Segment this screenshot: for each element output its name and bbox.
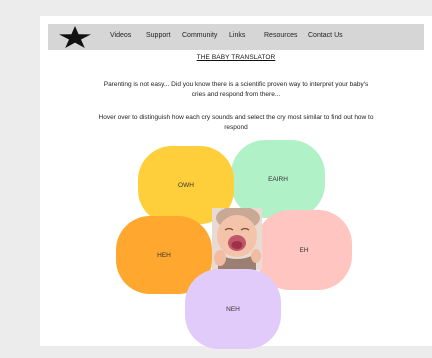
nav-item-resources[interactable]: Resources bbox=[264, 32, 297, 39]
instruction-text: Hover over to distinguish how each cry s… bbox=[98, 114, 374, 131]
cry-option-eairh[interactable]: EAIRH bbox=[231, 140, 325, 218]
nav-item-links[interactable]: Links bbox=[229, 32, 245, 39]
page-container: Videos Support Community Links Resources… bbox=[40, 16, 432, 349]
nav-item-contact-us[interactable]: Contact Us bbox=[308, 32, 343, 39]
crying-baby-image bbox=[212, 208, 262, 270]
nav-item-support[interactable]: Support bbox=[146, 32, 171, 39]
intro-text: Parenting is not easy... Did you know th… bbox=[103, 81, 369, 98]
star-icon[interactable] bbox=[58, 25, 92, 49]
page-title: THE BABY TRANSLATOR bbox=[196, 54, 276, 61]
nav-item-videos[interactable]: Videos bbox=[110, 32, 131, 39]
cry-option-neh[interactable]: NEH bbox=[185, 269, 281, 349]
nav-item-community[interactable]: Community bbox=[182, 32, 217, 39]
navbar: Videos Support Community Links Resources… bbox=[48, 24, 424, 50]
